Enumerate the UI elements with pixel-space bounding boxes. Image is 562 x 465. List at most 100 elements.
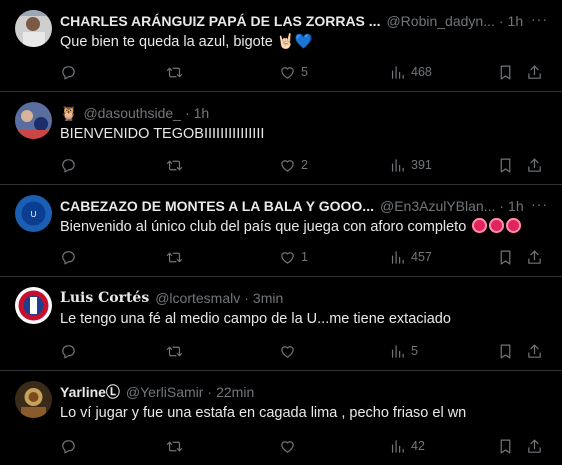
avatar[interactable]	[15, 287, 52, 324]
views-icon	[391, 439, 404, 453]
timestamp[interactable]: 1h	[194, 105, 210, 121]
tweet-actions: 2 391	[60, 154, 552, 176]
view-count: 457	[411, 250, 432, 264]
retweet-button[interactable]	[166, 435, 188, 457]
more-options-icon[interactable]: ···	[531, 11, 548, 27]
avatar[interactable]	[15, 10, 52, 47]
retweet-icon	[166, 160, 183, 170]
avatar[interactable]: U	[15, 195, 52, 232]
bookmark-button[interactable]	[497, 154, 514, 176]
tweet-header: CABEZAZO DE MONTES A LA BALA Y GOOO... @…	[60, 196, 548, 216]
tweet-header: Luis Cortés @lcortesmalv · 3min	[60, 288, 548, 308]
views-icon	[391, 344, 404, 358]
user-handle[interactable]: @dasouthside_	[83, 105, 181, 121]
display-name[interactable]: YarlineⓁ	[60, 382, 120, 402]
crying-face-emoji	[506, 218, 522, 233]
user-handle[interactable]: @Robin_dadyn...	[386, 13, 494, 29]
user-handle[interactable]: @lcortesmalv	[155, 290, 240, 306]
retweet-icon	[166, 67, 183, 77]
user-handle[interactable]: @YerliSamir	[126, 384, 204, 400]
tweet-text-content: Que bien te queda la azul, bigote	[60, 34, 273, 50]
views-button[interactable]: 391	[389, 154, 432, 176]
display-name[interactable]: CABEZAZO DE MONTES A LA BALA Y GOOO...	[60, 198, 374, 214]
retweet-icon	[166, 252, 183, 262]
more-options-icon[interactable]: ···	[531, 196, 548, 212]
views-button[interactable]: 468	[389, 61, 432, 83]
bookmark-icon	[500, 158, 511, 172]
share-icon	[528, 158, 541, 172]
like-count: 1	[301, 250, 308, 264]
avatar[interactable]	[15, 381, 52, 418]
user-handle[interactable]: @En3AzulYBlan...	[380, 198, 495, 214]
tweet[interactable]: YarlineⓁ @YerliSamir · 22min Lo ví jugar…	[0, 371, 562, 465]
share-button[interactable]	[526, 246, 543, 268]
bookmark-button[interactable]	[497, 246, 514, 268]
share-button[interactable]	[526, 340, 543, 362]
like-button[interactable]	[279, 435, 301, 457]
bookmark-button[interactable]	[497, 435, 514, 457]
reply-button[interactable]	[60, 435, 82, 457]
timestamp[interactable]: 1h	[508, 198, 524, 214]
timestamp[interactable]: 22min	[216, 384, 254, 400]
retweet-button[interactable]	[166, 246, 188, 268]
tweet[interactable]: Luis Cortés @lcortesmalv · 3min Le tengo…	[0, 277, 562, 371]
reply-icon	[62, 344, 75, 358]
reply-button[interactable]	[60, 340, 82, 362]
like-button[interactable]: 5	[279, 61, 308, 83]
display-name[interactable]: Luis Cortés	[60, 290, 149, 306]
bookmark-button[interactable]	[497, 340, 514, 362]
tweet[interactable]: CHARLES ARÁNGUIZ PAPÁ DE LAS ZORRAS ... …	[0, 0, 562, 92]
retweet-button[interactable]	[166, 61, 188, 83]
view-count: 42	[411, 439, 425, 453]
tweet-text-content: Lo ví jugar y fue una estafa en cagada l…	[60, 405, 467, 421]
display-name[interactable]: CHARLES ARÁNGUIZ PAPÁ DE LAS ZORRAS ...	[60, 13, 380, 29]
timestamp[interactable]: 3min	[253, 290, 283, 306]
tweet-text-content: BIENVENIDO TEGOBIIIIIIIIIIIIIII	[60, 126, 265, 142]
reply-button[interactable]	[60, 154, 82, 176]
share-button[interactable]	[526, 61, 543, 83]
like-button[interactable]	[279, 340, 301, 362]
share-icon	[528, 439, 541, 453]
tweet-actions: 5	[60, 340, 552, 362]
tweet-text: Que bien te queda la azul, bigote 🤘🏻💙	[60, 32, 548, 52]
bookmark-button[interactable]	[497, 61, 514, 83]
retweet-button[interactable]	[166, 340, 188, 362]
reply-button[interactable]	[60, 61, 82, 83]
bookmark-icon	[500, 344, 511, 358]
like-button[interactable]: 1	[279, 246, 308, 268]
views-button[interactable]: 5	[389, 340, 418, 362]
views-button[interactable]: 42	[389, 435, 425, 457]
tweet[interactable]: 🦉 @dasouthside_ · 1h BIENVENIDO TEGOBIII…	[0, 92, 562, 185]
retweet-icon	[166, 346, 183, 356]
tweet-text: Bienvenido al único club del país que ju…	[60, 217, 548, 237]
svg-text:U: U	[31, 210, 37, 219]
heart-icon	[281, 440, 294, 453]
separator-dot: ·	[499, 198, 505, 214]
like-button[interactable]: 2	[279, 154, 308, 176]
reply-button[interactable]	[60, 246, 82, 268]
crying-face-emoji	[489, 218, 505, 233]
emoji: 🤘🏻💙	[276, 34, 313, 50]
reply-icon	[62, 439, 75, 453]
retweet-button[interactable]	[166, 154, 188, 176]
tweet-text: BIENVENIDO TEGOBIIIIIIIIIIIIIII	[60, 124, 548, 144]
share-icon	[528, 344, 541, 358]
separator-dot: ·	[498, 13, 504, 29]
bookmark-icon	[500, 250, 511, 264]
tweet-text: Le tengo una fé al medio campo de la U..…	[60, 309, 548, 329]
tweet-text: Lo ví jugar y fue una estafa en cagada l…	[60, 403, 548, 423]
share-button[interactable]	[526, 154, 543, 176]
heart-icon	[281, 251, 294, 264]
timestamp[interactable]: 1h	[508, 13, 524, 29]
views-button[interactable]: 457	[389, 246, 432, 268]
tweet-header: CHARLES ARÁNGUIZ PAPÁ DE LAS ZORRAS ... …	[60, 11, 548, 31]
avatar[interactable]	[15, 102, 52, 139]
tweet-text-content: Le tengo una fé al medio campo de la U..…	[60, 311, 451, 327]
tweet[interactable]: U CABEZAZO DE MONTES A LA BALA Y GOOO...…	[0, 185, 562, 277]
share-button[interactable]	[526, 435, 543, 457]
heart-icon	[281, 345, 294, 358]
retweet-icon	[166, 441, 183, 451]
heart-icon	[281, 159, 294, 172]
tweet-actions: 5 468	[60, 61, 552, 83]
tweet-actions: 1 457	[60, 246, 552, 268]
